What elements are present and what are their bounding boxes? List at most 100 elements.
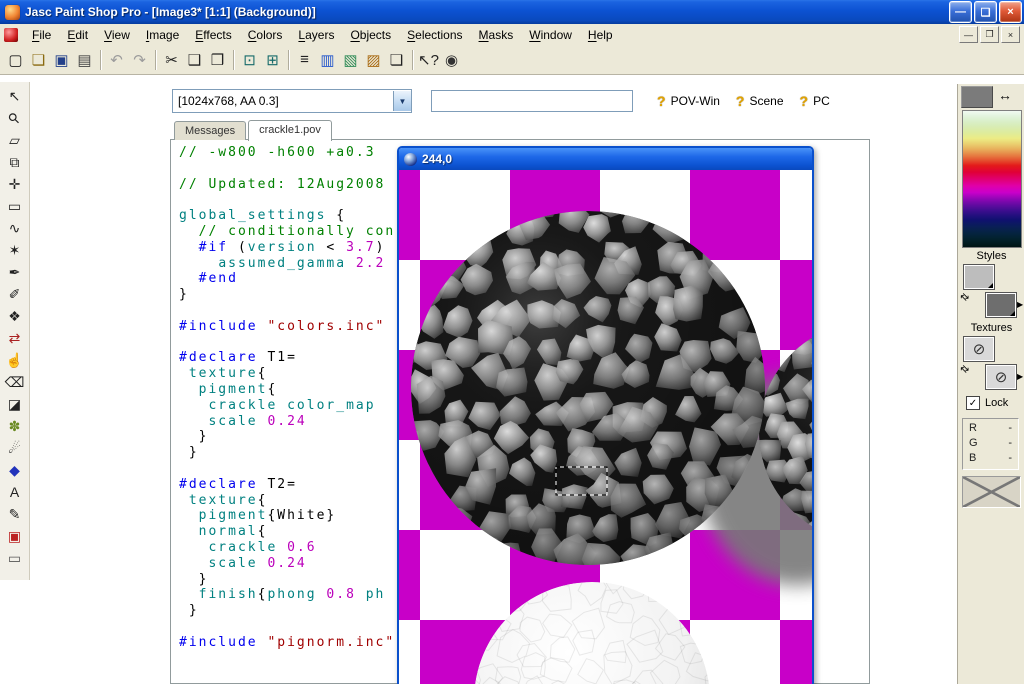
- preset-shapes-tool-icon[interactable]: ▣: [3, 525, 27, 547]
- render-title-bar[interactable]: 244,0: [399, 148, 812, 170]
- window-title: Jasc Paint Shop Pro - [Image3* [1:1] (Ba…: [25, 5, 949, 19]
- menu-masks[interactable]: Masks: [471, 25, 522, 45]
- rgb-row-g: G-: [969, 437, 1012, 452]
- eraser-tool-icon[interactable]: ◪: [3, 393, 27, 415]
- zoom-tool-icon[interactable]: ⚲: [3, 107, 27, 129]
- menu-colors[interactable]: Colors: [240, 25, 291, 45]
- browse-icon[interactable]: ≡: [293, 48, 316, 71]
- capture-start-icon[interactable]: ⊞: [261, 48, 284, 71]
- render-canvas[interactable]: [399, 170, 812, 684]
- menu-edit[interactable]: Edit: [59, 25, 96, 45]
- full-window-icon[interactable]: ❏: [385, 48, 408, 71]
- flood-fill-tool-icon[interactable]: ◆: [3, 459, 27, 481]
- tab-crackle1-pov[interactable]: crackle1.pov: [248, 120, 332, 141]
- foreground-texture-swatch[interactable]: ⊘: [963, 336, 995, 362]
- menu-file[interactable]: File: [24, 25, 59, 45]
- command-input[interactable]: [431, 90, 633, 112]
- save-file-icon[interactable]: ▣: [50, 48, 73, 71]
- resize-arrows-icon[interactable]: ↔: [998, 87, 1012, 103]
- draw-tool-icon[interactable]: ✎: [3, 503, 27, 525]
- image-adjust-icon[interactable]: ▨: [362, 48, 385, 71]
- styles-flyout-icon[interactable]: ▶: [1017, 300, 1023, 309]
- background-style-swatch[interactable]: [985, 292, 1017, 318]
- document-icon: [4, 28, 18, 42]
- color-picker[interactable]: [962, 110, 1022, 248]
- object-selector-tool-icon[interactable]: ▭: [3, 547, 27, 569]
- title-bar[interactable]: Jasc Paint Shop Pro - [Image3* [1:1] (Ba…: [0, 0, 1024, 24]
- menu-objects[interactable]: Objects: [342, 25, 399, 45]
- image-colors-icon[interactable]: ▧: [339, 48, 362, 71]
- white-sphere: [451, 563, 735, 684]
- clone-brush-tool-icon[interactable]: ❖: [3, 305, 27, 327]
- screen-capture-icon[interactable]: ⊡: [238, 48, 261, 71]
- flyout-corner-icon: [988, 283, 993, 288]
- paste-icon[interactable]: ❒: [206, 48, 229, 71]
- undo-icon[interactable]: ↶: [105, 48, 128, 71]
- textures-label: Textures: [958, 322, 1024, 334]
- resolution-combo[interactable]: [1024x768, AA 0.3] ▼: [172, 89, 412, 113]
- lock-checkbox[interactable]: ✓: [966, 396, 980, 410]
- foreground-style-swatch[interactable]: [963, 264, 995, 290]
- freehand-tool-icon[interactable]: ∿: [3, 217, 27, 239]
- menu-bar: FileEditViewImageEffectsColorsLayersObje…: [0, 24, 1024, 46]
- picture-tube-tool-icon[interactable]: ✽: [3, 415, 27, 437]
- open-file-icon[interactable]: ❏: [27, 48, 50, 71]
- menu-bar-items: FileEditViewImageEffectsColorsLayersObje…: [24, 25, 621, 45]
- new-file-icon[interactable]: ▢: [4, 48, 27, 71]
- menu-image[interactable]: Image: [138, 25, 187, 45]
- render-scene: [399, 170, 812, 684]
- lock-label: Lock: [985, 397, 1008, 409]
- arrow-tool-icon[interactable]: ↖: [3, 85, 27, 107]
- menu-layers[interactable]: Layers: [290, 25, 342, 45]
- mdi-restore-button[interactable]: ❐: [980, 26, 999, 43]
- menu-view[interactable]: View: [96, 25, 138, 45]
- context-help-icon[interactable]: ↖?: [417, 48, 440, 71]
- cut-icon[interactable]: ✂: [160, 48, 183, 71]
- capture-camera-icon[interactable]: ◉: [440, 48, 463, 71]
- histogram-icon[interactable]: ▥: [316, 48, 339, 71]
- swap-textures-icon[interactable]: ⇄: [957, 363, 971, 377]
- airbrush-tool-icon[interactable]: ☄: [3, 437, 27, 459]
- color-replacer-tool-icon[interactable]: ⇄: [3, 327, 27, 349]
- tab-messages[interactable]: Messages: [174, 121, 246, 140]
- menu-window[interactable]: Window: [521, 25, 580, 45]
- chevron-down-icon[interactable]: ▼: [393, 91, 411, 111]
- mdi-close-button[interactable]: ×: [1001, 26, 1020, 43]
- magic-wand-tool-icon[interactable]: ✶: [3, 239, 27, 261]
- background-texture-swatch[interactable]: ⊘: [985, 364, 1017, 390]
- deformation-tool-icon[interactable]: ▱: [3, 129, 27, 151]
- mover-tool-icon[interactable]: ✛: [3, 173, 27, 195]
- crop-tool-icon[interactable]: ⧉: [3, 151, 27, 173]
- mdi-minimize-button[interactable]: —: [959, 26, 978, 43]
- swap-styles-icon[interactable]: ⇄: [957, 291, 971, 305]
- povwin-help-button[interactable]: ?POV-Win: [649, 90, 728, 112]
- resolution-value: [1024x768, AA 0.3]: [173, 94, 393, 108]
- maximize-button[interactable]: ❏: [974, 1, 997, 23]
- text-tool-icon[interactable]: A: [3, 481, 27, 503]
- copy-icon[interactable]: ❑: [183, 48, 206, 71]
- textures-flyout-icon[interactable]: ▶: [1017, 372, 1023, 381]
- pc-help-button[interactable]: ?PC: [792, 90, 838, 112]
- print-icon[interactable]: ▤: [73, 48, 96, 71]
- menu-selections[interactable]: Selections: [399, 25, 470, 45]
- flyout-corner-icon: [1010, 311, 1015, 316]
- paintbrush-tool-icon[interactable]: ✐: [3, 283, 27, 305]
- null-texture-icon: ⊘: [964, 337, 994, 361]
- selection-tool-icon[interactable]: ▭: [3, 195, 27, 217]
- menu-effects[interactable]: Effects: [187, 25, 239, 45]
- redo-icon[interactable]: ↷: [128, 48, 151, 71]
- panel-grip[interactable]: [961, 86, 993, 108]
- scratch-remover-tool-icon[interactable]: ⌫: [3, 371, 27, 393]
- pov-help-buttons: ?POV-Win?Scene?PC: [649, 90, 838, 112]
- question-icon: ?: [736, 93, 745, 109]
- retouch-tool-icon[interactable]: ☝: [3, 349, 27, 371]
- close-button[interactable]: ×: [999, 1, 1022, 23]
- render-window-title: 244,0: [422, 152, 452, 166]
- minimize-button[interactable]: —: [949, 1, 972, 23]
- editor-tabs: Messagescrackle1.pov: [174, 119, 334, 140]
- menu-help[interactable]: Help: [580, 25, 621, 45]
- render-window: 244,0: [397, 146, 814, 684]
- scene-help-button[interactable]: ?Scene: [728, 90, 792, 112]
- dropper-tool-icon[interactable]: ✒: [3, 261, 27, 283]
- styles-label: Styles: [958, 250, 1024, 262]
